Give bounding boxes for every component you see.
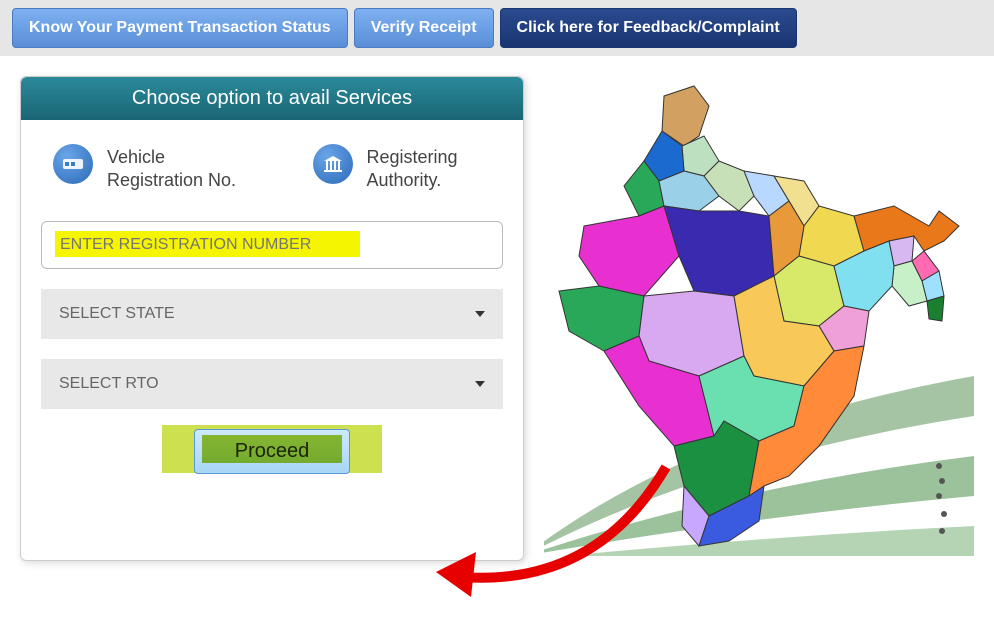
chevron-down-icon <box>475 381 485 387</box>
top-bar: Know Your Payment Transaction Status Ver… <box>0 0 994 56</box>
registration-input-wrapper <box>41 221 503 289</box>
registration-number-input[interactable] <box>41 221 503 269</box>
select-rto-label: SELECT RTO <box>59 375 159 393</box>
chevron-down-icon <box>475 311 485 317</box>
registering-authority-option[interactable]: Registering Authority. <box>313 144 503 193</box>
select-state-dropdown[interactable]: SELECT STATE <box>41 289 503 339</box>
proceed-button-row: Proceed <box>41 429 503 474</box>
india-map-icon <box>544 76 974 556</box>
verify-receipt-button[interactable]: Verify Receipt <box>354 8 494 48</box>
vehicle-option-label: Vehicle Registration No. <box>107 144 263 193</box>
vehicle-registration-option[interactable]: Vehicle Registration No. <box>53 144 263 193</box>
panel-body: Vehicle Registration No. Registering Aut… <box>21 120 523 504</box>
authority-icon <box>313 144 353 184</box>
services-panel: Choose option to avail Services Vehicle … <box>20 76 524 561</box>
select-state-label: SELECT STATE <box>59 305 175 323</box>
authority-option-label: Registering Authority. <box>367 144 503 193</box>
vehicle-icon <box>53 144 93 184</box>
main-content: Choose option to avail Services Vehicle … <box>0 56 994 581</box>
service-options-row: Vehicle Registration No. Registering Aut… <box>41 144 503 193</box>
proceed-button[interactable]: Proceed <box>194 429 351 474</box>
feedback-complaint-button[interactable]: Click here for Feedback/Complaint <box>500 8 797 48</box>
india-map-area <box>544 76 974 561</box>
panel-title: Choose option to avail Services <box>21 77 523 120</box>
payment-status-button[interactable]: Know Your Payment Transaction Status <box>12 8 348 48</box>
select-rto-dropdown[interactable]: SELECT RTO <box>41 359 503 409</box>
